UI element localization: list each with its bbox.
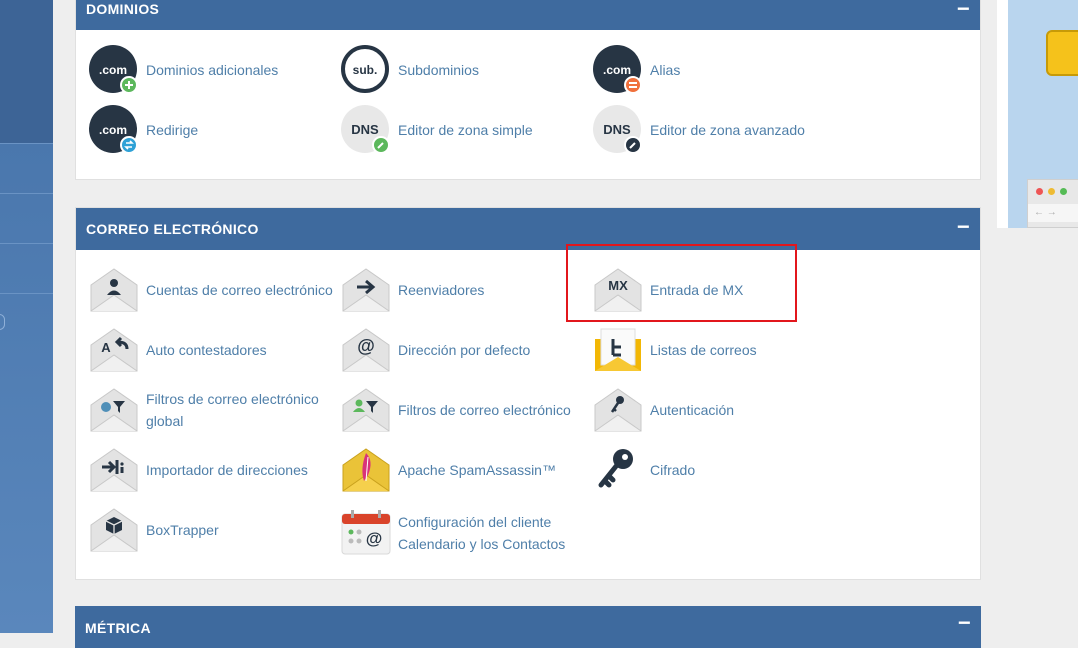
mailing-lists-link[interactable]: Listas de correos (593, 325, 833, 375)
item-label: BoxTrapper (146, 522, 219, 538)
svg-text:.com: .com (603, 63, 631, 77)
global-email-filters-link[interactable]: Filtros de correo electrónico global (89, 385, 339, 435)
item-label: Dirección por defecto (398, 342, 531, 358)
forwarders-link[interactable]: Reenviadores (341, 265, 581, 315)
item-label: Dominios adicionales (146, 62, 279, 78)
autoresponders-link[interactable]: A Auto contestadores (89, 325, 329, 375)
item-label: Editor de zona simple (398, 122, 533, 138)
sidebar-toggle-icon[interactable] (0, 314, 5, 330)
item-label: Cifrado (650, 462, 696, 478)
address-importer-link[interactable]: Importador de direcciones (89, 445, 329, 495)
item-label: Listas de correos (650, 342, 757, 358)
panel-domains: DOMINIOS − .com Dominios adicionales sub… (75, 0, 981, 180)
authentication-link[interactable]: Autenticación (593, 385, 833, 435)
panel-header-domains[interactable]: DOMINIOS − (76, 0, 980, 30)
collapse-icon[interactable]: − (958, 612, 971, 634)
item-label: Subdominios (398, 62, 479, 78)
panel-title: DOMINIOS (86, 1, 160, 17)
email-at-icon: @ (342, 328, 390, 372)
dns-advanced-icon: DNS (593, 105, 642, 154)
aliases-link[interactable]: .com Alias (593, 45, 833, 95)
dot-com-alias-icon: .com (593, 45, 642, 94)
collapse-icon[interactable]: − (957, 216, 970, 238)
item-label: Autenticación (650, 402, 735, 418)
dns-edit-icon: DNS (341, 105, 390, 154)
svg-text:sub.: sub. (353, 63, 378, 77)
zone-editor-simple-link[interactable]: DNS Editor de zona simple (341, 105, 581, 155)
email-global-filter-icon (90, 388, 138, 432)
boxtrapper-link[interactable]: BoxTrapper (89, 505, 329, 555)
svg-text:.com: .com (99, 123, 127, 137)
email-forward-icon (342, 268, 390, 312)
collapse-icon[interactable]: − (957, 0, 970, 20)
sidebar-divider (0, 243, 53, 244)
panel-metrics: MÉTRICA − (75, 606, 981, 648)
item-label: Cuentas de correo electrónico (146, 282, 333, 298)
sidebar-divider (0, 143, 53, 144)
addon-domains-link[interactable]: .com Dominios adicionales (89, 45, 329, 95)
item-label: Filtros de correo electrónico (398, 402, 571, 418)
svg-text:DNS: DNS (603, 122, 631, 137)
item-label: Configuración del cliente (398, 514, 552, 530)
email-autoresponder-icon: A (90, 328, 138, 372)
svg-text:@: @ (366, 529, 383, 548)
email-accounts-link[interactable]: Cuentas de correo electrónico (89, 265, 339, 315)
subdomain-icon: sub. (341, 45, 389, 93)
email-box-icon (90, 508, 138, 552)
encryption-link[interactable]: Cifrado (593, 445, 833, 495)
panel-title: MÉTRICA (85, 620, 151, 636)
svg-text:A: A (101, 340, 111, 355)
zone-editor-advanced-link[interactable]: DNS Editor de zona avanzado (593, 105, 833, 155)
svg-text:DNS: DNS (351, 122, 379, 137)
spamassassin-link[interactable]: Apache SpamAssassin™ (341, 445, 591, 495)
email-filter-icon (342, 388, 390, 432)
item-label: Reenviadores (398, 282, 485, 298)
calendar-icon: @ (341, 510, 391, 555)
item-label: Calendario y los Contactos (398, 536, 566, 552)
dot-com-redirect-icon: .com (89, 105, 138, 154)
left-sidebar (0, 0, 53, 633)
key-icon (598, 449, 633, 488)
item-label: Editor de zona avanzado (650, 122, 805, 138)
item-label: Filtros de correo electrónico (146, 391, 319, 407)
svg-text:.com: .com (99, 63, 127, 77)
item-label: global (146, 413, 184, 429)
panel-header-email[interactable]: CORREO ELECTRÓNICO − (76, 208, 980, 250)
default-address-link[interactable]: @ Dirección por defecto (341, 325, 581, 375)
promo-folder-icon (1046, 30, 1078, 76)
subdomains-link[interactable]: sub. Subdominios (341, 45, 581, 95)
sidebar-divider (0, 193, 53, 194)
item-label: Auto contestadores (146, 342, 267, 358)
email-import-icon (90, 448, 138, 492)
dot-com-add-icon: .com (89, 45, 138, 94)
panel-header-metrics[interactable]: MÉTRICA − (75, 606, 981, 648)
svg-text:@: @ (357, 336, 375, 356)
calendar-contacts-config-link[interactable]: @ Configuración del cliente Calendario y… (341, 505, 591, 555)
sidebar-divider (0, 293, 53, 294)
item-label: Alias (650, 62, 681, 78)
mailing-list-icon (595, 328, 641, 371)
highlight-box (566, 244, 797, 322)
item-label: Importador de direcciones (146, 462, 308, 478)
spamassassin-feather-icon (342, 448, 390, 492)
email-key-icon (594, 388, 642, 432)
promo-browser-icon: ← → (1027, 179, 1078, 228)
email-filters-link[interactable]: Filtros de correo electrónico (341, 385, 591, 435)
item-label: Apache SpamAssassin™ (398, 462, 556, 478)
panel-title: CORREO ELECTRÓNICO (86, 221, 259, 237)
item-label: Redirige (146, 122, 199, 138)
panel-email: CORREO ELECTRÓNICO − Cuentas de correo e… (75, 207, 981, 580)
redirects-link[interactable]: .com Redirige (89, 105, 329, 155)
email-account-icon (90, 268, 138, 312)
